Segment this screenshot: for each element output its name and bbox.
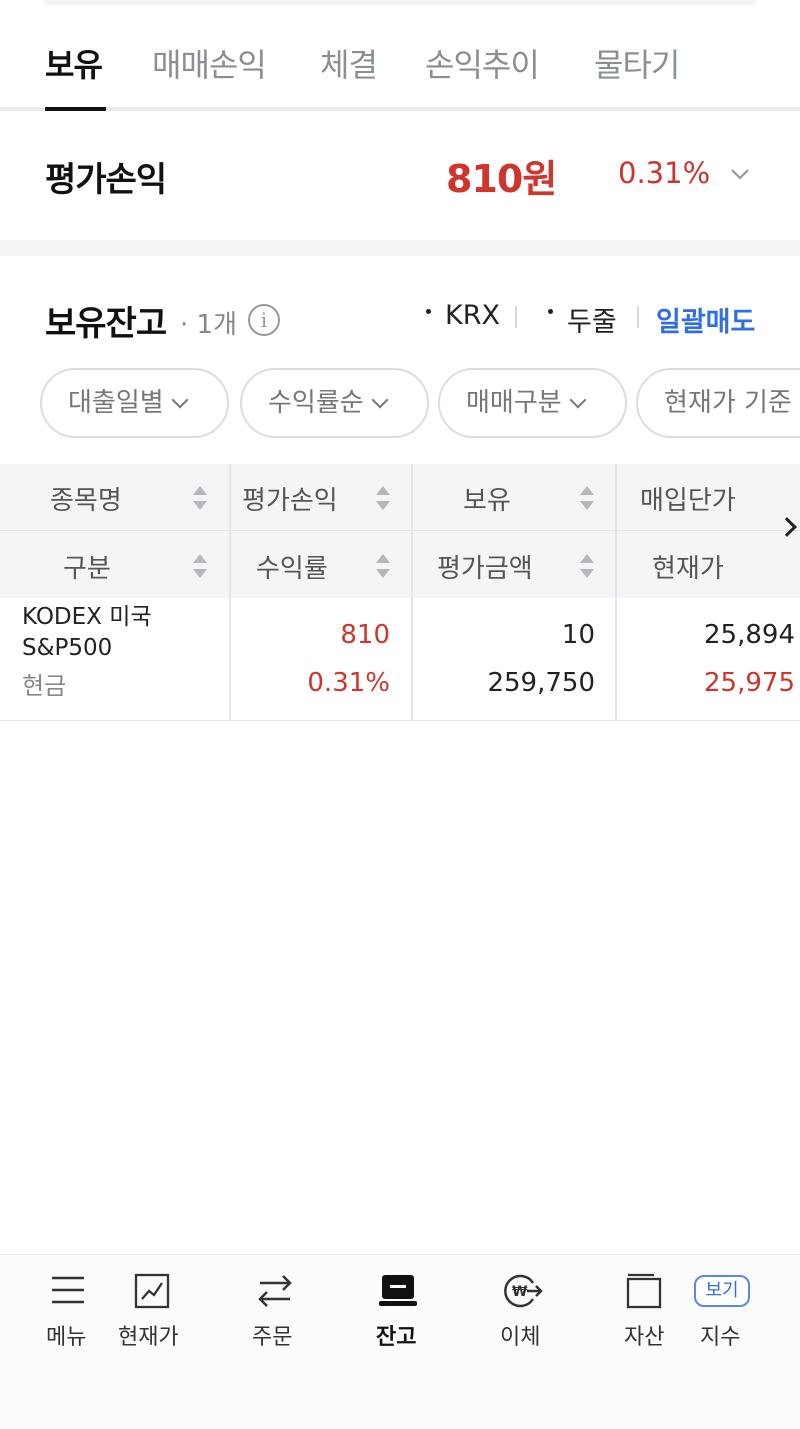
sort-icon[interactable] (193, 484, 207, 512)
radio-dot-icon (426, 309, 431, 314)
sort-icon[interactable] (193, 552, 207, 580)
chevron-down-icon (171, 391, 189, 409)
tab-holdings[interactable]: 보유 (45, 40, 103, 86)
quantity-value: 10 (561, 620, 595, 650)
nav-label-transfer[interactable]: 이체 (500, 1319, 540, 1351)
laptop-icon[interactable] (378, 1273, 418, 1309)
bottom-nav: 메뉴 현재가 주문 잔고 ₩ 이체 자산 보기 지수 (0, 1254, 800, 1429)
return-rate-value: 0.31% (307, 668, 390, 698)
eval-amount-value: 259,750 (487, 668, 595, 698)
chevron-down-icon[interactable] (730, 164, 750, 184)
nav-label-index[interactable]: 지수 (700, 1319, 740, 1351)
chip-label: 수익률순 (268, 388, 364, 418)
chevron-down-icon (371, 391, 389, 409)
tab-pnl-trend[interactable]: 손익추이 (425, 40, 540, 86)
nav-label-order[interactable]: 주문 (252, 1319, 292, 1351)
header-divider (0, 530, 800, 531)
filter-loan-date[interactable]: 대출일별 (40, 368, 229, 438)
tab-trade-pnl[interactable]: 매매손익 (152, 40, 267, 86)
filter-price-basis[interactable]: 현재가 기준 (636, 368, 800, 438)
col-stock-name[interactable]: 종목명 (50, 480, 122, 517)
chip-label: 매매구분 (466, 388, 562, 418)
filter-return-order[interactable]: 수익률순 (240, 368, 429, 438)
evaluation-summary[interactable]: 평가손익 810원 0.31% (0, 112, 800, 240)
section-divider (0, 240, 800, 256)
tabs-divider (0, 107, 800, 111)
holdings-count: · 1개 (180, 310, 237, 340)
col-avg-price[interactable]: 매입단가 (640, 480, 736, 517)
menu-icon[interactable] (50, 1273, 86, 1307)
stock-category: 현금 (22, 672, 67, 700)
option-two-lines[interactable]: 두줄 (567, 300, 617, 339)
eval-pnl-label: 평가손익 (45, 160, 167, 200)
sort-icon[interactable] (580, 484, 594, 512)
col-eval-amount[interactable]: 평가금액 (437, 548, 533, 585)
info-icon[interactable]: i (248, 304, 280, 336)
filter-trade-type[interactable]: 매매구분 (438, 368, 627, 438)
nav-label-current-price[interactable]: 현재가 (118, 1319, 179, 1351)
col-eval-pnl[interactable]: 평가손익 (242, 480, 338, 517)
table-header: 종목명 평가손익 보유 매입단가 구분 수익률 평가금액 현재가 (0, 464, 800, 598)
col-quantity[interactable]: 보유 (463, 480, 511, 517)
active-tab-indicator (45, 107, 106, 111)
col-category[interactable]: 구분 (63, 548, 111, 585)
won-send-icon[interactable]: ₩ (501, 1273, 543, 1309)
option-krx[interactable]: KRX (445, 300, 500, 331)
eval-pnl-amount: 810원 (446, 157, 557, 201)
chevron-down-icon (569, 391, 587, 409)
view-badge[interactable]: 보기 (694, 1275, 750, 1307)
eval-pnl-value: 810 (340, 620, 390, 650)
current-price-value: 25,975 (704, 668, 795, 698)
chip-label: 현재가 기준 (664, 388, 792, 418)
avg-price-value: 25,894 (704, 620, 795, 650)
table-row[interactable]: KODEX 미국S&P500 현금 810 0.31% 10 259,750 2… (0, 598, 800, 720)
col-return-rate[interactable]: 수익률 (256, 548, 328, 585)
col-current-price[interactable]: 현재가 (652, 548, 724, 585)
holdings-header: 보유잔고 · 1개 i KRX 두줄 일괄매도 (0, 256, 800, 356)
nav-label-assets[interactable]: 자산 (624, 1319, 664, 1351)
wallet-icon[interactable] (626, 1273, 662, 1309)
nav-label-balance[interactable]: 잔고 (376, 1319, 416, 1351)
divider (515, 306, 517, 328)
filter-chips: 대출일별 수익률순 매매구분 현재가 기준 (0, 368, 800, 438)
radio-dot-icon (548, 309, 553, 314)
tab-bar: 보유 매매손익 체결 손익추이 물타기 (0, 0, 800, 112)
nav-label-menu[interactable]: 메뉴 (46, 1319, 86, 1351)
chip-label: 대출일별 (68, 388, 164, 418)
row-divider (0, 720, 800, 721)
bulk-sell-button[interactable]: 일괄매도 (656, 300, 755, 339)
svg-text:₩: ₩ (512, 1284, 528, 1300)
sort-icon[interactable] (580, 552, 594, 580)
chevron-right-icon[interactable] (777, 517, 797, 537)
divider (637, 306, 639, 328)
chart-icon[interactable] (134, 1273, 170, 1309)
sort-icon[interactable] (376, 552, 390, 580)
stock-name[interactable]: KODEX 미국S&P500 (22, 602, 212, 664)
tab-executions[interactable]: 체결 (320, 40, 378, 86)
tab-averaging-down[interactable]: 물타기 (594, 40, 680, 86)
eval-pnl-rate: 0.31% (618, 156, 711, 190)
transfer-arrows-icon[interactable] (256, 1273, 294, 1309)
holdings-title: 보유잔고 (45, 304, 167, 344)
sort-icon[interactable] (376, 484, 390, 512)
